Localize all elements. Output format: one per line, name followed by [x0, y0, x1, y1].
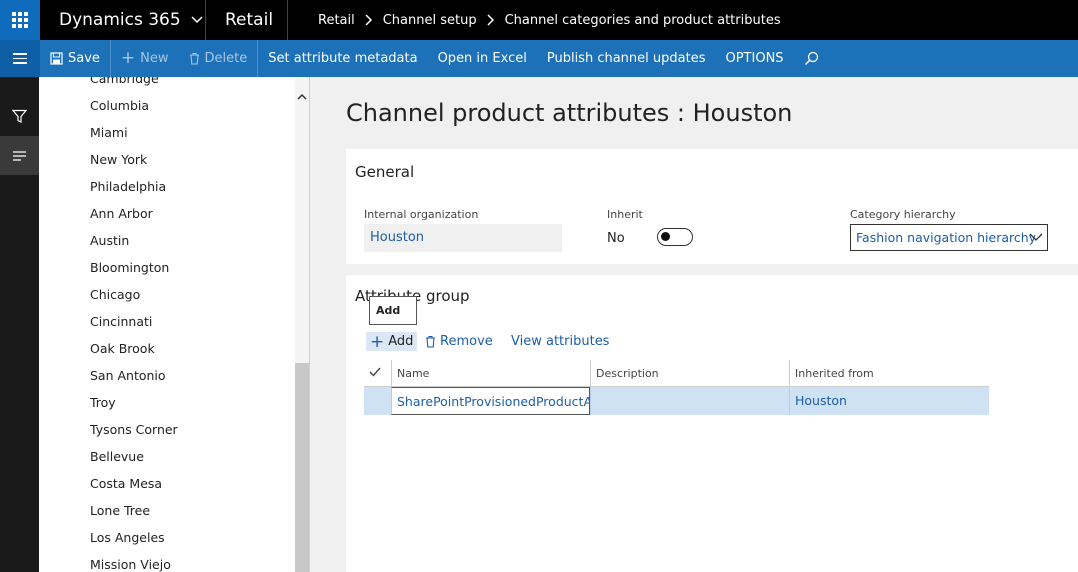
navigation-list: Cambridge Columbia Miami New York Philad…	[39, 77, 310, 572]
grid-header: Name Description Inherited from	[364, 360, 989, 387]
list-item[interactable]: San Antonio	[90, 368, 166, 383]
name-cell[interactable]: SharePointProvisionedProductAttributes	[391, 387, 590, 415]
internal-organization-field[interactable]: Houston	[364, 224, 562, 252]
chevron-up-icon[interactable]	[296, 91, 308, 103]
plus-icon: +	[370, 331, 385, 352]
search-icon[interactable]	[794, 40, 829, 77]
navigation-menu-icon[interactable]	[0, 40, 40, 77]
list-item[interactable]: Austin	[90, 233, 129, 248]
category-hierarchy-label: Category hierarchy	[850, 208, 956, 221]
open-in-excel-button[interactable]: Open in Excel	[428, 40, 537, 77]
list-item[interactable]: Miami	[90, 125, 128, 140]
inherited-from-cell[interactable]: Houston	[789, 387, 989, 415]
list-item[interactable]: Tysons Corner	[90, 422, 178, 437]
save-button[interactable]: Save	[40, 40, 111, 77]
list-item[interactable]: New York	[90, 152, 147, 167]
attribute-group-grid: Name Description Inherited from SharePoi…	[364, 360, 989, 415]
remove-button[interactable]: Remove	[425, 334, 493, 349]
inherit-toggle[interactable]	[657, 228, 693, 246]
list-item[interactable]: Lone Tree	[90, 503, 150, 518]
list-item[interactable]: Troy	[90, 395, 116, 410]
list-item[interactable]: Los Angeles	[90, 530, 165, 545]
column-header-inherited-from[interactable]: Inherited from	[789, 360, 989, 386]
list-item[interactable]: Costa Mesa	[90, 476, 162, 491]
general-section: General Internal organization Houston In…	[346, 149, 1078, 264]
add-tooltip: Add	[369, 296, 417, 325]
action-pane: Save + New Delete Set attribute metadata…	[0, 40, 1078, 77]
plus-icon: +	[120, 48, 136, 68]
column-header-description[interactable]: Description	[590, 360, 789, 386]
trash-icon	[189, 52, 199, 65]
select-all-checkbox[interactable]	[364, 360, 391, 386]
chevron-right-icon	[487, 14, 494, 26]
app-name-menu[interactable]: Dynamics 365	[40, 0, 206, 40]
list-item[interactable]: Cambridge	[90, 77, 159, 86]
internal-organization-label: Internal organization	[364, 208, 479, 221]
list-item[interactable]: Chicago	[90, 287, 140, 302]
app-name: Dynamics 365	[59, 10, 181, 30]
list-scrollbar[interactable]	[295, 77, 309, 572]
breadcrumb-current: Channel categories and product attribute…	[504, 12, 781, 28]
app-launcher-icon[interactable]	[0, 0, 40, 40]
list-item[interactable]: Ann Arbor	[90, 206, 153, 221]
page-title: Channel product attributes : Houston	[346, 99, 793, 127]
list-item[interactable]: Mission Viejo	[90, 557, 171, 572]
new-button[interactable]: + New	[111, 40, 179, 77]
breadcrumb-retail[interactable]: Retail	[318, 13, 355, 28]
checkmark-icon	[369, 367, 381, 377]
chevron-down-icon	[1029, 233, 1043, 241]
inherit-value: No	[607, 231, 625, 246]
list-item[interactable]: Cincinnati	[90, 314, 152, 329]
list-item[interactable]: Oak Brook	[90, 341, 155, 356]
inherit-label: Inherit	[607, 208, 643, 221]
column-header-name[interactable]: Name	[391, 360, 590, 386]
list-item[interactable]: Bellevue	[90, 449, 144, 464]
left-rail	[0, 77, 39, 572]
save-icon	[50, 52, 63, 65]
list-item[interactable]: Philadelphia	[90, 179, 166, 194]
delete-button[interactable]: Delete	[179, 40, 259, 77]
chevron-down-icon	[191, 16, 203, 24]
general-section-title[interactable]: General	[355, 163, 414, 181]
main-content: Channel product attributes : Houston Gen…	[310, 77, 1078, 572]
table-row[interactable]: SharePointProvisionedProductAttributes H…	[364, 387, 989, 415]
category-hierarchy-select[interactable]: Fashion navigation hierarchy	[850, 224, 1048, 251]
filter-icon[interactable]	[0, 97, 39, 136]
list-item[interactable]: Columbia	[90, 98, 149, 113]
options-tab[interactable]: OPTIONS	[715, 40, 793, 77]
app-area[interactable]: Retail	[206, 0, 288, 40]
set-attribute-metadata-button[interactable]: Set attribute metadata	[258, 40, 427, 77]
list-item[interactable]: Bloomington	[90, 260, 169, 275]
breadcrumb: Retail Channel setup Channel categories …	[288, 13, 781, 28]
breadcrumb-channel-setup[interactable]: Channel setup	[383, 13, 477, 28]
add-button[interactable]: + Add	[366, 331, 418, 352]
scrollbar-thumb[interactable]	[295, 363, 309, 572]
list-view-icon[interactable]	[0, 136, 39, 175]
publish-channel-updates-button[interactable]: Publish channel updates	[537, 40, 716, 77]
row-select-checkbox[interactable]	[364, 387, 391, 415]
attribute-group-section: Attribute group Add + Add Remove View at…	[346, 275, 1078, 572]
top-nav-bar: Dynamics 365 Retail Retail Channel setup…	[0, 0, 1078, 40]
description-cell[interactable]	[590, 387, 789, 415]
view-attributes-button[interactable]: View attributes	[511, 334, 609, 349]
chevron-right-icon	[365, 14, 372, 26]
trash-icon	[426, 335, 435, 348]
